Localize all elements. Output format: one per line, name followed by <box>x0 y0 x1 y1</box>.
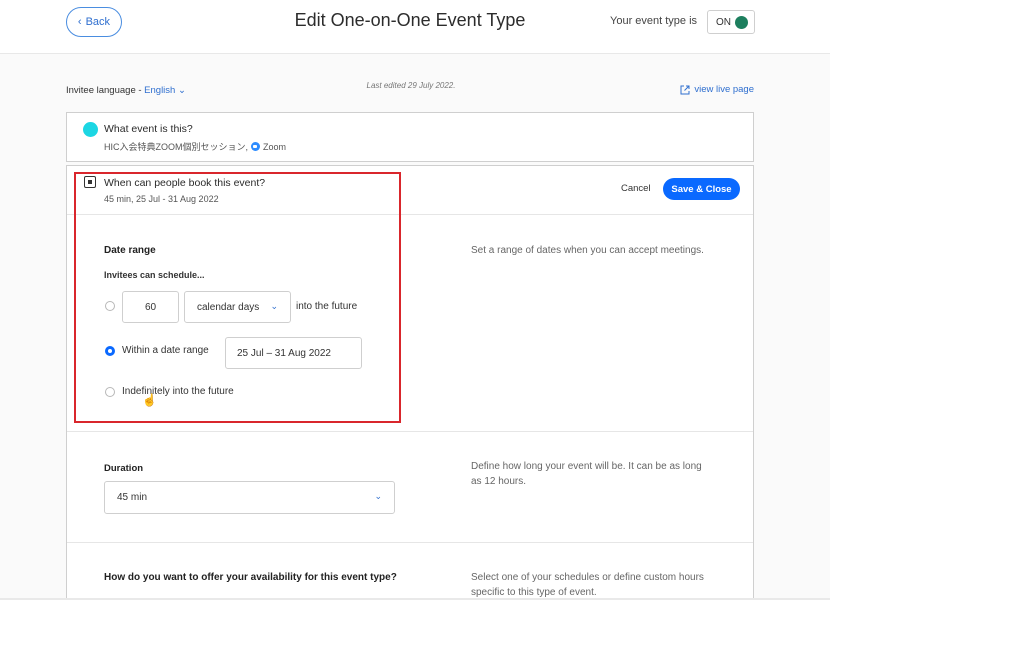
days-suffix: into the future <box>296 301 358 312</box>
page-edge <box>0 598 830 600</box>
calendar-section-icon <box>84 176 96 188</box>
date-range-value: 25 Jul – 31 Aug 2022 <box>237 347 331 359</box>
duration-select[interactable]: 45 min ⌄ <box>104 481 395 514</box>
date-range-help: Set a range of dates when you can accept… <box>471 245 704 256</box>
toggle-knob <box>735 16 748 29</box>
zoom-icon <box>251 142 260 151</box>
event-status-toggle[interactable]: ON <box>707 10 755 34</box>
indefinite-option-label[interactable]: Indefinitely into the future <box>122 386 234 397</box>
chevron-down-icon: ⌄ <box>177 85 186 96</box>
availability-help: Select one of your schedules or define c… <box>471 572 704 598</box>
divider <box>67 431 753 432</box>
days-count-value: 60 <box>144 301 157 313</box>
page-title: Edit One-on-One Event Type <box>294 10 526 30</box>
chevron-down-icon: ⌄ <box>374 491 382 501</box>
chevron-left-icon: ‹ <box>77 16 82 28</box>
booking-question: When can people book this event? <box>104 177 266 189</box>
divider <box>67 214 753 215</box>
view-live-link[interactable]: view live page <box>680 84 754 95</box>
invitee-language: Invitee language - English ⌄ <box>66 85 186 96</box>
event-location: Zoom <box>263 141 287 152</box>
cancel-button[interactable]: Cancel <box>621 183 651 194</box>
view-live-label: view live page <box>694 84 754 95</box>
event-name: HIC入会特典ZOOM個別セッション, <box>104 142 248 152</box>
date-range-input[interactable]: 25 Jul – 31 Aug 2022 <box>225 337 362 369</box>
radio-date-range[interactable] <box>105 346 115 356</box>
page: ‹ Back Edit One-on-One Event Type Your e… <box>0 0 830 600</box>
save-close-button[interactable]: Save & Close <box>663 178 740 200</box>
event-question: What event is this? <box>104 123 193 135</box>
availability-title: How do you want to offer your availabili… <box>104 572 397 583</box>
booking-subtitle: 45 min, 25 Jul - 31 Aug 2022 <box>104 194 219 204</box>
event-details-card[interactable]: What event is this? HIC入会特典ZOOM個別セッション, … <box>66 112 754 162</box>
back-button[interactable]: ‹ Back <box>66 7 122 37</box>
hand-cursor-icon: ☝ <box>142 393 157 407</box>
event-color-dot <box>83 122 98 137</box>
booking-card: When can people book this event? 45 min,… <box>66 165 754 600</box>
date-range-option-label[interactable]: Within a date range <box>122 345 209 356</box>
radio-indefinite[interactable] <box>105 387 115 397</box>
days-unit-value: calendar days <box>197 301 260 313</box>
duration-value: 45 min <box>117 492 148 503</box>
duration-help: Define how long your event will be. It c… <box>471 461 702 487</box>
toggle-label: ON <box>716 16 731 28</box>
back-label: Back <box>85 16 111 28</box>
days-unit-select[interactable]: calendar days ⌄ <box>184 291 291 323</box>
date-range-subtitle: Invitees can schedule... <box>104 270 205 280</box>
invitee-language-label: Invitee language - <box>66 85 145 96</box>
external-link-icon <box>680 85 690 94</box>
last-edited: Last edited 29 July 2022. <box>366 81 456 90</box>
event-subtitle: HIC入会特典ZOOM個別セッション, Zoom <box>104 140 286 153</box>
language-dropdown[interactable]: English ⌄ <box>144 85 186 96</box>
date-range-title: Date range <box>104 245 156 256</box>
top-bar: ‹ Back Edit One-on-One Event Type Your e… <box>0 0 830 54</box>
divider <box>67 542 753 543</box>
days-count-input[interactable]: 60 <box>122 291 179 323</box>
language-value: English <box>144 85 176 96</box>
meta-row: Invitee language - English ⌄ Last edited… <box>66 78 754 108</box>
radio-rolling-days[interactable] <box>105 301 115 311</box>
duration-title: Duration <box>104 463 144 474</box>
chevron-down-icon: ⌄ <box>270 301 278 311</box>
status-label: Your event type is <box>610 15 698 27</box>
